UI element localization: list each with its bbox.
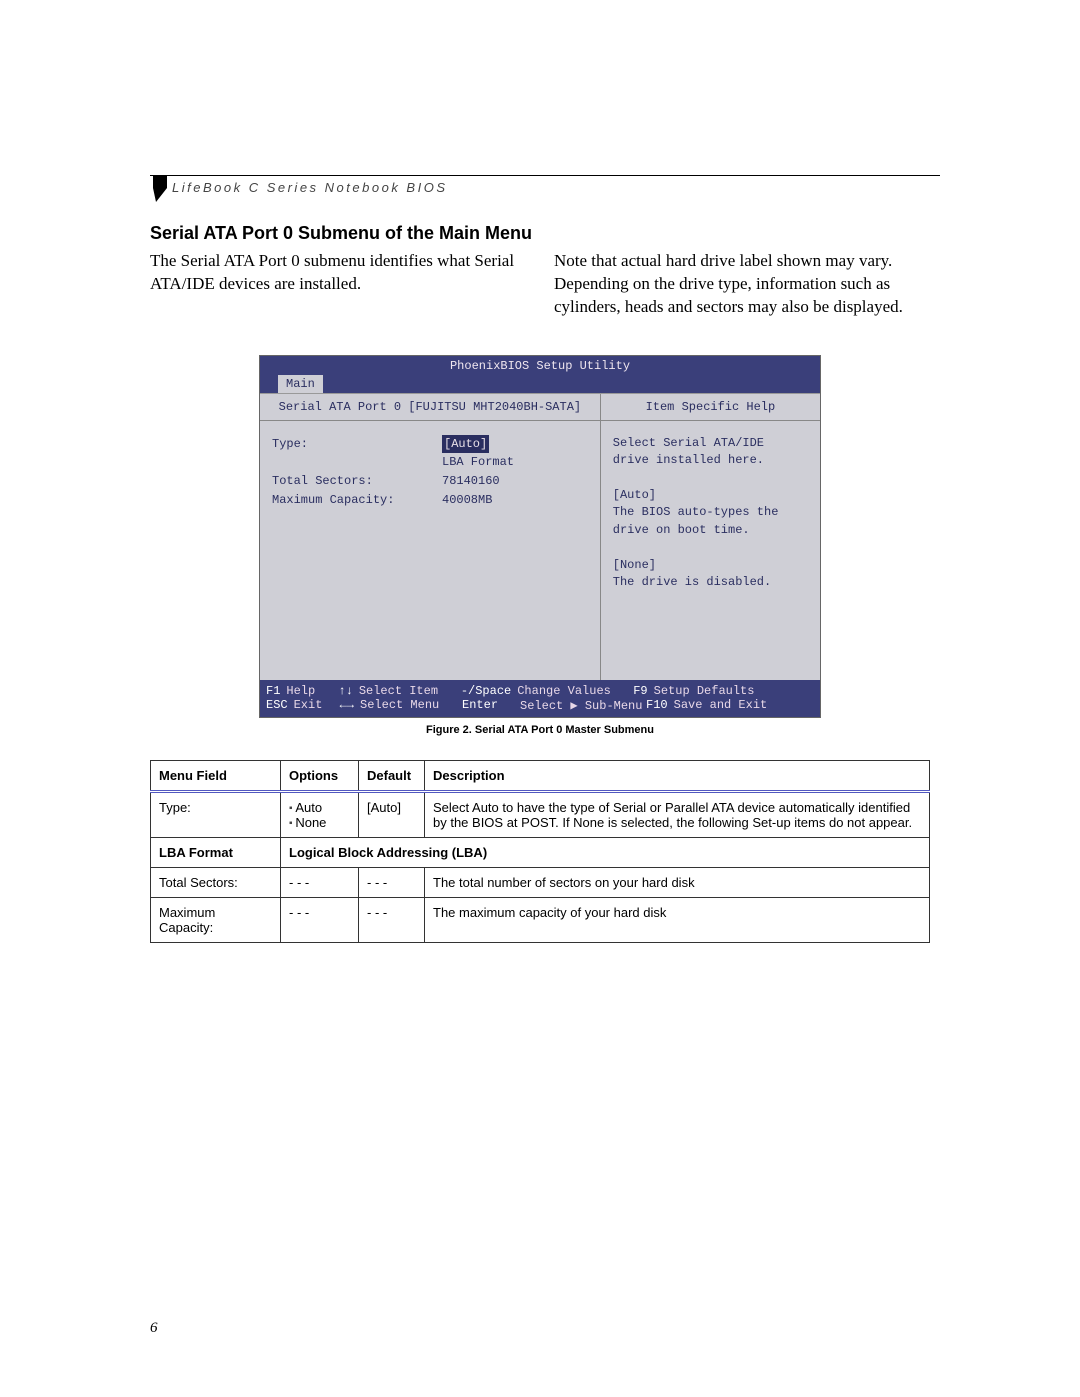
figure-caption: Figure 2. Serial ATA Port 0 Master Subme…	[259, 724, 821, 736]
bios-key-enter-label: Select ▶ Sub-Menu	[520, 698, 640, 713]
bios-key-esc-label: Exit	[294, 698, 334, 713]
cell-desc: The maximum capacity of your hard disk	[425, 897, 930, 942]
bios-field-type-value[interactable]: [Auto]	[442, 435, 489, 454]
bios-key-f9-label: Setup Defaults	[654, 684, 755, 698]
bios-key-enter: Enter	[462, 698, 514, 713]
table-header-row: Menu Field Options Default Description	[151, 760, 930, 791]
cell-default: - - -	[359, 897, 425, 942]
option-item: Auto	[289, 800, 350, 815]
bios-field-lba-value: LBA Format	[442, 453, 514, 472]
page-number: 6	[150, 1320, 158, 1337]
cell-desc: Select Auto to have the type of Serial o…	[425, 791, 930, 837]
bios-field-capacity-value: 40008MB	[442, 491, 492, 510]
bios-tab-main[interactable]: Main	[278, 375, 323, 393]
bios-key-updown: ↑↓	[338, 684, 352, 698]
bios-fields: Type: [Auto] LBA Format Total Sectors: 7…	[260, 421, 600, 523]
cell-default: - - -	[359, 867, 425, 897]
bios-field-sectors-label: Total Sectors:	[272, 472, 442, 491]
bios-key-f10: F10	[646, 698, 668, 713]
intro-col-left: The Serial ATA Port 0 submenu identifies…	[150, 250, 526, 319]
table-row: Total Sectors: - - - - - - The total num…	[151, 867, 930, 897]
bios-footer: F1 Help ↑↓ Select Item -/Space Change Va…	[260, 680, 820, 717]
bios-key-f1-label: Help	[286, 684, 332, 698]
cell-field: Maximum Capacity:	[151, 897, 281, 942]
bios-help-text: Select Serial ATA/IDE drive installed he…	[601, 421, 820, 602]
bios-screenshot: PhoenixBIOS Setup Utility Main Serial AT…	[259, 355, 821, 736]
option-item: None	[289, 815, 350, 830]
bios-field-lba-label	[272, 453, 442, 472]
cell-options: Auto None	[281, 791, 359, 837]
header-tick-icon	[153, 176, 167, 202]
cell-field: Type:	[151, 791, 281, 837]
table-row: Type: Auto None [Auto] Select Auto to ha…	[151, 791, 930, 837]
bios-key-esc: ESC	[266, 698, 288, 713]
bios-key-f9: F9	[633, 684, 647, 698]
bios-key-f10-label: Save and Exit	[674, 698, 768, 713]
running-header: LifeBook C Series Notebook BIOS	[172, 180, 448, 195]
section-title: Serial ATA Port 0 Submenu of the Main Me…	[150, 223, 930, 244]
bios-key-space: -/Space	[461, 684, 511, 698]
header-rule	[150, 175, 940, 176]
cell-desc: Logical Block Addressing (LBA)	[281, 837, 930, 867]
bios-field-capacity-label: Maximum Capacity:	[272, 491, 442, 510]
cell-options: - - -	[281, 867, 359, 897]
bios-key-leftright: ←→	[340, 698, 354, 713]
bios-key-updown-label: Select Item	[359, 684, 455, 698]
intro-col-right: Note that actual hard drive label shown …	[554, 250, 930, 319]
cell-default: [Auto]	[359, 791, 425, 837]
table-row: LBA Format Logical Block Addressing (LBA…	[151, 837, 930, 867]
bios-key-f1: F1	[266, 684, 280, 698]
bios-key-leftright-label: Select Menu	[360, 698, 456, 713]
th-menu-field: Menu Field	[151, 760, 281, 791]
th-description: Description	[425, 760, 930, 791]
intro-columns: The Serial ATA Port 0 submenu identifies…	[150, 250, 930, 319]
cell-field: Total Sectors:	[151, 867, 281, 897]
table-row: Maximum Capacity: - - - - - - The maximu…	[151, 897, 930, 942]
cell-field: LBA Format	[151, 837, 281, 867]
description-table: Menu Field Options Default Description T…	[150, 760, 930, 943]
bios-key-space-label: Change Values	[517, 684, 627, 698]
cell-desc: The total number of sectors on your hard…	[425, 867, 930, 897]
bios-tab-bar: Main	[260, 375, 820, 393]
bios-field-sectors-value: 78140160	[442, 472, 500, 491]
bios-help-title: Item Specific Help	[601, 394, 820, 421]
bios-app-title: PhoenixBIOS Setup Utility	[260, 356, 820, 375]
th-options: Options	[281, 760, 359, 791]
th-default: Default	[359, 760, 425, 791]
cell-options: - - -	[281, 897, 359, 942]
bios-left-title: Serial ATA Port 0 [FUJITSU MHT2040BH-SAT…	[260, 394, 600, 421]
bios-field-type-label: Type:	[272, 435, 442, 454]
